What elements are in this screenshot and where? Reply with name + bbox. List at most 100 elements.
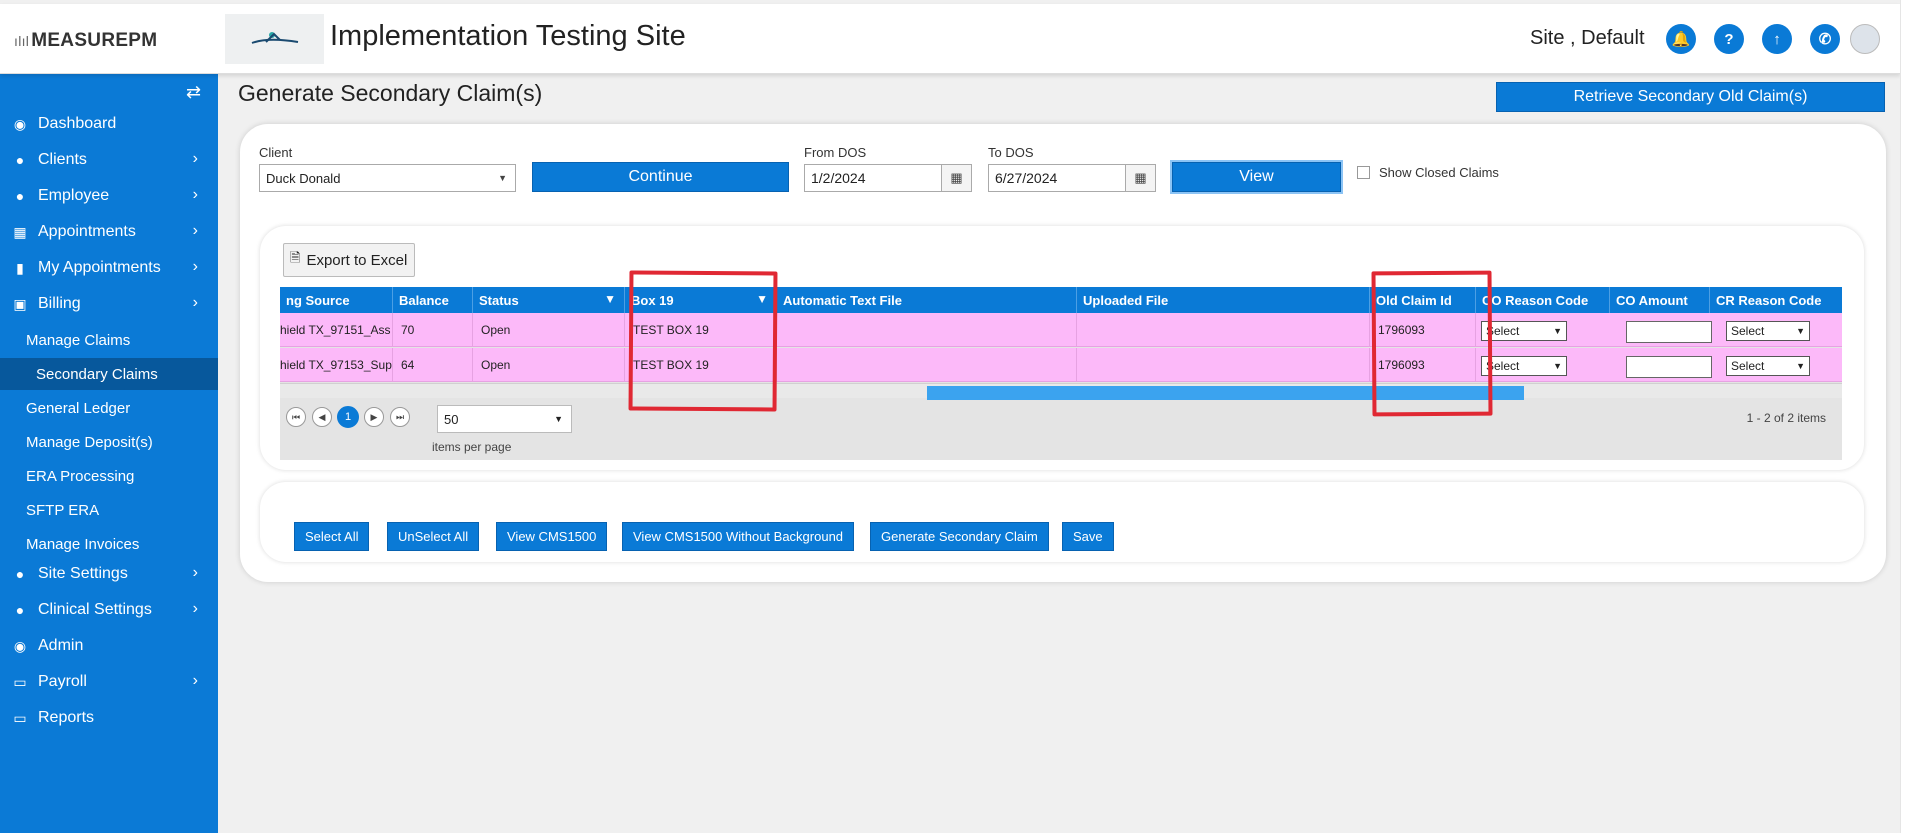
sidebar-item-billing[interactable]: ▣ Billing ›	[0, 288, 218, 320]
sidebar-item-appointments[interactable]: ▦ Appointments ›	[0, 216, 218, 248]
user-icon: ●	[15, 602, 25, 618]
cell-uploaded-file	[1077, 313, 1370, 347]
first-page-icon[interactable]: ⏮	[286, 407, 306, 427]
app-page: ılıl MEASUREPM Implementation Testing Sit…	[0, 0, 1912, 833]
sidebar-item-site-settings[interactable]: ● Site Settings ›	[0, 558, 218, 590]
col-header-automatic-text-file[interactable]: Automatic Text File	[777, 287, 1077, 313]
sidebar-item-clinical-settings[interactable]: ● Clinical Settings ›	[0, 594, 218, 626]
last-page-icon[interactable]: ⏭	[390, 407, 410, 427]
client-select[interactable]: Duck Donald ▼	[259, 164, 516, 192]
brand-text: MEASUREPM	[31, 30, 158, 51]
sidebar-item-employee[interactable]: ● Employee ›	[0, 180, 218, 212]
page-1-button[interactable]: 1	[337, 406, 359, 428]
sidebar-item-label: Appointments	[38, 223, 136, 240]
col-header-co-reason-code[interactable]: CO Reason Code	[1476, 287, 1610, 313]
co-reason-code-select[interactable]: Select ▼	[1481, 356, 1567, 376]
sidebar-item-reports[interactable]: ▭ Reports	[0, 702, 218, 734]
sidebar-sub-manage-claims[interactable]: Manage Claims	[0, 324, 218, 356]
sidebar-item-label: My Appointments	[38, 259, 161, 276]
col-header-status[interactable]: Status ▼	[473, 287, 625, 313]
excel-icon: 🗎	[290, 250, 301, 265]
continue-button[interactable]: Continue	[532, 162, 789, 192]
show-closed-claims-label: Show Closed Claims	[1379, 165, 1499, 180]
filter-icon[interactable]: ▼	[604, 292, 616, 306]
claims-grid: ng Source Balance Status ▼ Box 19 ▼ Automa…	[280, 287, 1842, 460]
co-reason-code-select[interactable]: Select ▼	[1481, 321, 1567, 341]
select-value: Select	[1731, 359, 1765, 373]
view-cms1500-button[interactable]: View CMS1500	[496, 522, 608, 551]
grid-horizontal-scrollbar[interactable]	[280, 383, 1842, 400]
user-name[interactable]: Site , Default	[1530, 27, 1645, 50]
upload-icon[interactable]: ↑	[1762, 24, 1792, 54]
col-header-co-amount[interactable]: CO Amount	[1610, 287, 1710, 313]
co-amount-input[interactable]	[1626, 321, 1712, 343]
view-button[interactable]: View	[1172, 162, 1341, 192]
chevron-right-icon: ›	[192, 294, 198, 311]
col-header-balance[interactable]: Balance	[393, 287, 473, 313]
page-size-select[interactable]: 50 ▼	[437, 405, 572, 433]
cr-reason-code-select[interactable]: Select ▼	[1726, 356, 1810, 376]
caret-down-icon: ▼	[1553, 361, 1562, 371]
bell-icon[interactable]: 🔔	[1666, 24, 1696, 54]
sidebar-sub-manage-invoices[interactable]: Manage Invoices	[0, 528, 218, 560]
calendar-icon[interactable]: ▦	[941, 165, 971, 191]
export-to-excel-button[interactable]: 🗎 Export to Excel	[283, 243, 415, 277]
sidebar-item-dashboard[interactable]: ◉ Dashboard	[0, 108, 218, 140]
unselect-all-button[interactable]: UnSelect All	[387, 522, 480, 551]
dashboard-icon: ◉	[13, 115, 27, 132]
help-icon[interactable]: ?	[1714, 24, 1744, 54]
col-header-cr-reason-code[interactable]: CR Reason Code	[1710, 287, 1842, 313]
col-header-billing-source[interactable]: ng Source	[280, 287, 393, 313]
cell-status: Open	[473, 348, 625, 382]
select-value: Select	[1731, 324, 1765, 338]
save-button[interactable]: Save	[1062, 522, 1114, 551]
prev-page-icon[interactable]: ◀	[312, 407, 332, 427]
card-icon: ▭	[13, 673, 27, 690]
pager-range-info: 1 - 2 of 2 items	[1746, 411, 1826, 425]
window-scrollbar[interactable]	[1900, 0, 1912, 833]
cell-automatic-text-file	[777, 313, 1077, 347]
phone-icon[interactable]: ✆	[1810, 24, 1840, 54]
table-row[interactable]: hield TX_97153_Sup 64 Open TEST BOX 19 1…	[280, 348, 1842, 382]
co-amount-input[interactable]	[1626, 356, 1712, 378]
sidebar-item-my-appointments[interactable]: ▮ My Appointments ›	[0, 252, 218, 284]
users-icon: ●	[15, 188, 25, 204]
site-title: Implementation Testing Site	[330, 20, 686, 52]
admin-icon: ◉	[13, 637, 27, 654]
sidebar-sub-sftp-era[interactable]: SFTP ERA	[0, 494, 218, 526]
from-dos-input[interactable]: 1/2/2024 ▦	[804, 164, 972, 192]
money-icon: ▣	[13, 295, 27, 312]
next-page-icon[interactable]: ▶	[364, 407, 384, 427]
sidebar-sub-secondary-claims[interactable]: Secondary Claims	[0, 358, 218, 390]
generate-secondary-claim-button[interactable]: Generate Secondary Claim	[870, 522, 1049, 551]
table-row[interactable]: hield TX_97151_Ass 70 Open TEST BOX 19 1…	[280, 313, 1842, 347]
grid-header: ng Source Balance Status ▼ Box 19 ▼ Automa…	[280, 287, 1842, 313]
sidebar-item-payroll[interactable]: ▭ Payroll ›	[0, 666, 218, 698]
from-dos-value: 1/2/2024	[811, 170, 866, 186]
calendar-icon[interactable]: ▦	[1125, 165, 1155, 191]
sidebar-item-admin[interactable]: ◉ Admin	[0, 630, 218, 662]
retrieve-secondary-old-claims-button[interactable]: Retrieve Secondary Old Claim(s)	[1496, 82, 1885, 112]
show-closed-claims-checkbox[interactable]	[1357, 166, 1370, 179]
cell-balance: 70	[393, 313, 473, 347]
to-dos-input[interactable]: 6/27/2024 ▦	[988, 164, 1156, 192]
book-icon: ▮	[16, 259, 24, 276]
col-header-uploaded-file[interactable]: Uploaded File	[1077, 287, 1370, 313]
chevron-right-icon: ›	[192, 150, 198, 167]
caret-down-icon: ▼	[554, 414, 563, 424]
sidebar-item-clients[interactable]: ● Clients ›	[0, 144, 218, 176]
sidebar-toggle-icon[interactable]: ⇄	[186, 82, 201, 103]
sidebar-sub-era-processing[interactable]: ERA Processing	[0, 460, 218, 492]
user-icon: ●	[15, 566, 25, 582]
sidebar-sub-manage-deposits[interactable]: Manage Deposit(s)	[0, 426, 218, 458]
user-avatar-icon[interactable]	[1850, 24, 1880, 54]
sidebar-item-label: Clients	[38, 151, 87, 168]
view-cms1500-without-background-button[interactable]: View CMS1500 Without Background	[622, 522, 855, 551]
select-all-button[interactable]: Select All	[294, 522, 370, 551]
brand-logo[interactable]: ılıl MEASUREPM	[14, 30, 157, 52]
chevron-right-icon: ›	[192, 564, 198, 581]
cr-reason-code-select[interactable]: Select ▼	[1726, 321, 1810, 341]
client-label: Client	[259, 145, 293, 160]
sidebar-item-label: Dashboard	[38, 115, 117, 132]
sidebar-sub-general-ledger[interactable]: General Ledger	[0, 392, 218, 424]
